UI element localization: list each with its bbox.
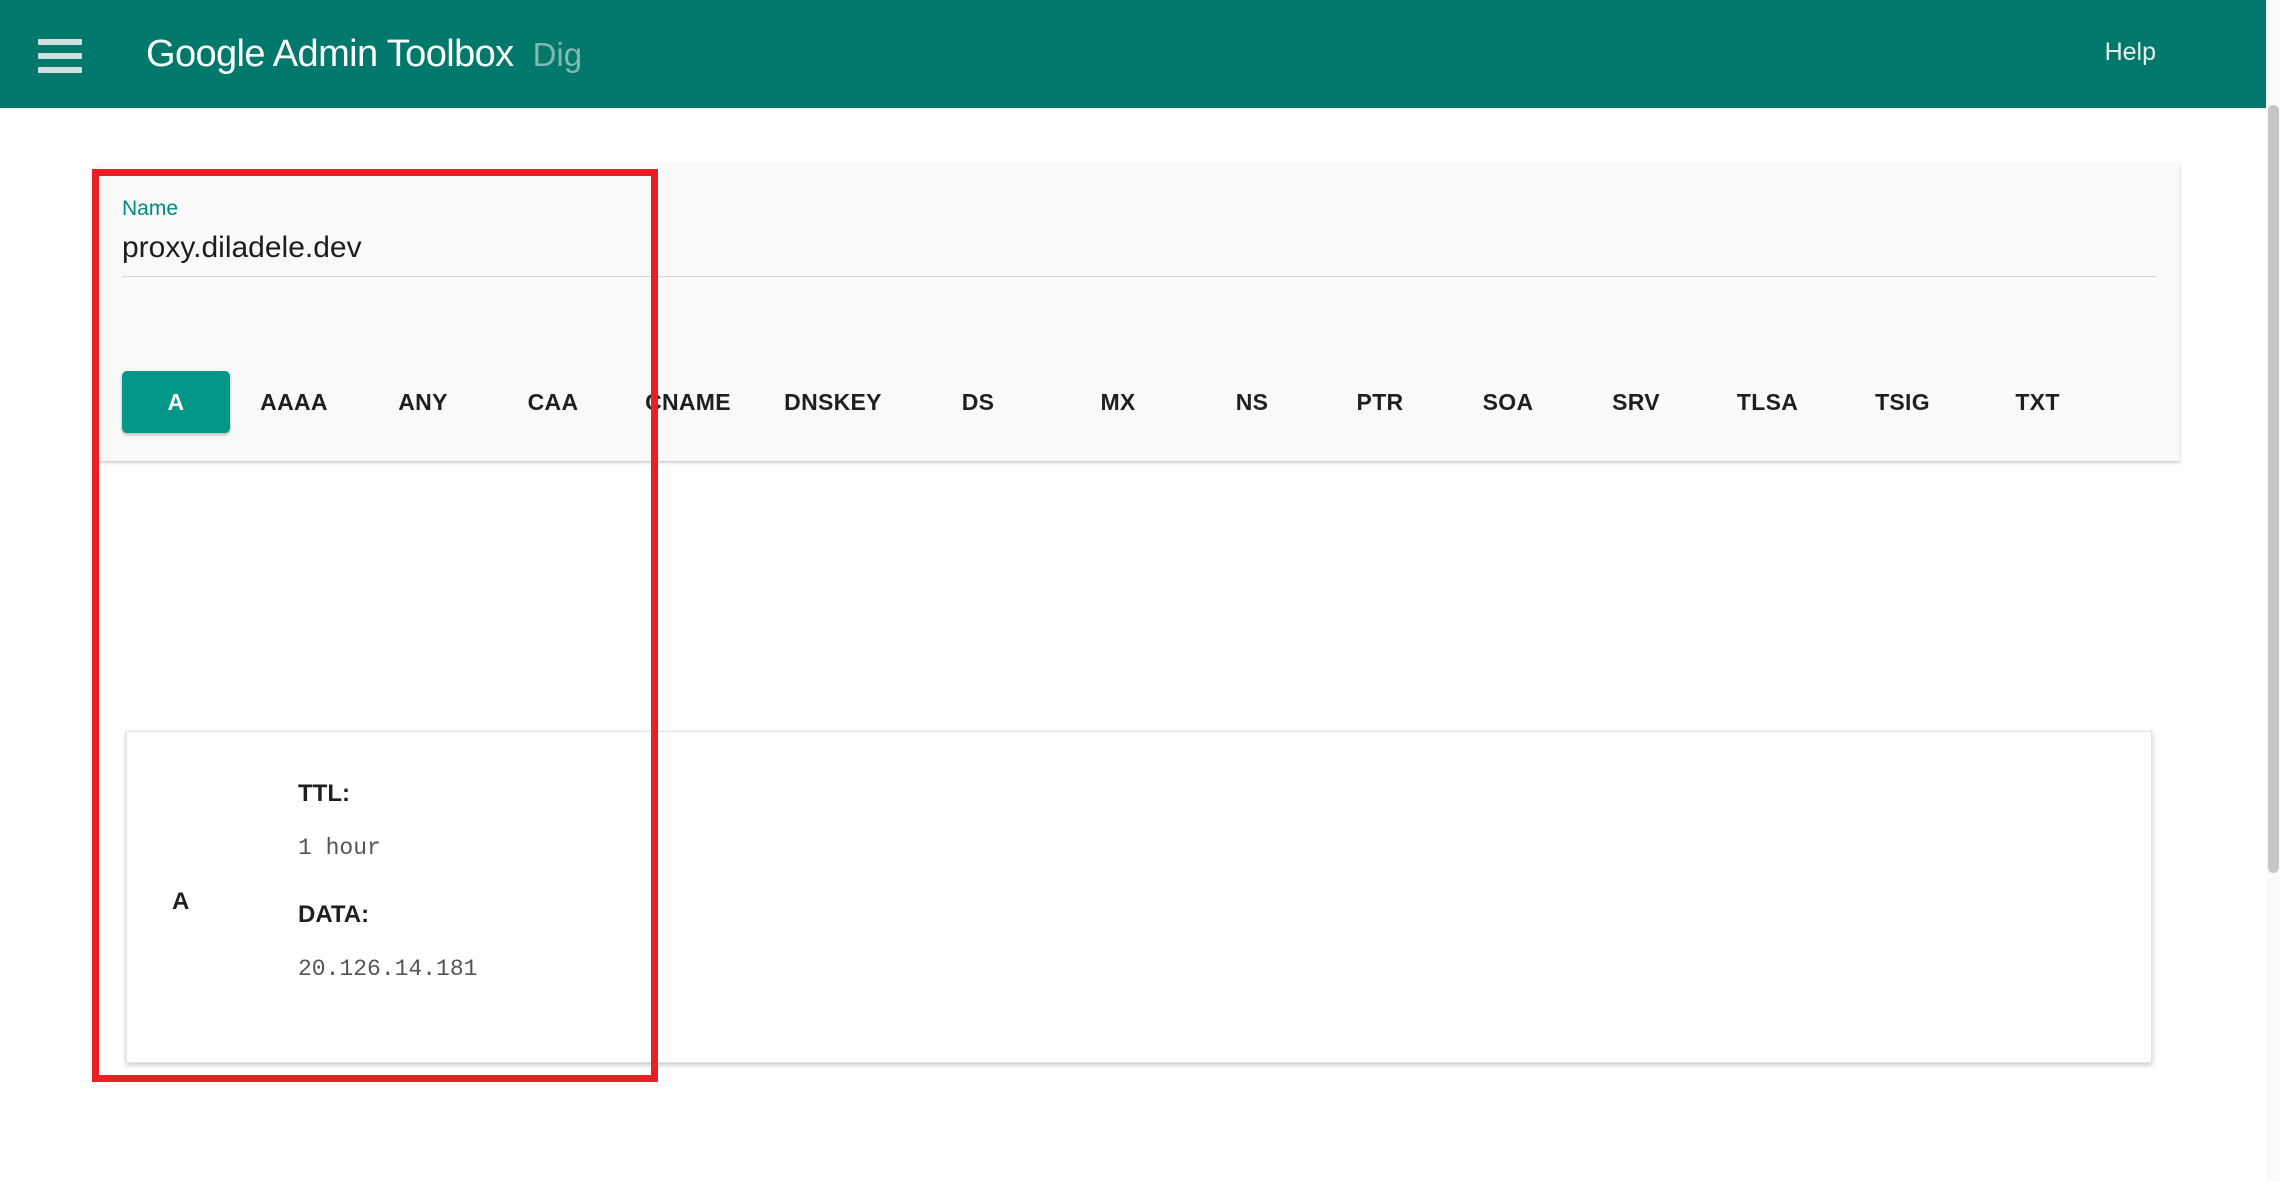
hamburger-menu-icon[interactable] (38, 39, 82, 73)
record-type-tab-txt[interactable]: TXT (1970, 371, 2105, 433)
record-type-tab-dnskey[interactable]: DNSKEY (758, 371, 908, 433)
name-input[interactable]: proxy.diladele.dev (122, 232, 2156, 276)
ttl-value: 1 hour (298, 835, 381, 861)
query-panel: Name proxy.diladele.dev A AAAA ANY CAA CNAME… (98, 163, 2180, 461)
record-type-tab-ns[interactable]: NS (1188, 371, 1316, 433)
record-type-tab-caa[interactable]: CAA (488, 371, 618, 433)
dns-result-card: A TTL: 1 hour DATA: 20.126.14.181 (126, 731, 2152, 1063)
hamburger-bar-1 (38, 39, 82, 45)
hamburger-bar-3 (38, 67, 82, 73)
record-type-tab-tlsa[interactable]: TLSA (1700, 371, 1835, 433)
record-type-tab-srv[interactable]: SRV (1572, 371, 1700, 433)
hamburger-bar-2 (38, 53, 82, 59)
record-type-tab-a[interactable]: A (122, 371, 230, 433)
data-key-label: DATA: (298, 901, 370, 928)
record-fields: TTL: 1 hour DATA: 20.126.14.181 (298, 782, 477, 981)
record-type-label: A (172, 888, 190, 915)
brand-title: Google Admin Toolbox Dig (146, 33, 582, 76)
name-field-group: Name proxy.diladele.dev (122, 198, 2156, 277)
record-type-tab-aaaa[interactable]: AAAA (230, 371, 358, 433)
ttl-key-label: TTL: (298, 780, 350, 807)
record-type-tab-mx[interactable]: MX (1048, 371, 1188, 433)
tool-name: Dig (532, 35, 583, 73)
data-value: 20.126.14.181 (298, 956, 478, 982)
name-input-underline (122, 275, 2156, 277)
record-type-tab-ds[interactable]: DS (908, 371, 1048, 433)
help-link[interactable]: Help (2105, 38, 2156, 67)
dns-record-row: A TTL: 1 hour DATA: 20.126.14.181 (127, 732, 2151, 1062)
page-scrollbar-thumb[interactable] (2268, 105, 2279, 873)
name-field-label: Name (122, 197, 179, 220)
record-type-tabs: A AAAA ANY CAA CNAME DNSKEY DS MX NS PTR SOA SRV TLS… (122, 371, 2162, 433)
record-type-tab-soa[interactable]: SOA (1444, 371, 1572, 433)
record-type-tab-tsig[interactable]: TSIG (1835, 371, 1970, 433)
record-type-tab-any[interactable]: ANY (358, 371, 488, 433)
record-type-tab-ptr[interactable]: PTR (1316, 371, 1444, 433)
app-header-bar: Google Admin Toolbox Dig Help (0, 0, 2266, 108)
brand-name: Google Admin Toolbox (146, 32, 514, 75)
record-type-tab-cname[interactable]: CNAME (618, 371, 758, 433)
